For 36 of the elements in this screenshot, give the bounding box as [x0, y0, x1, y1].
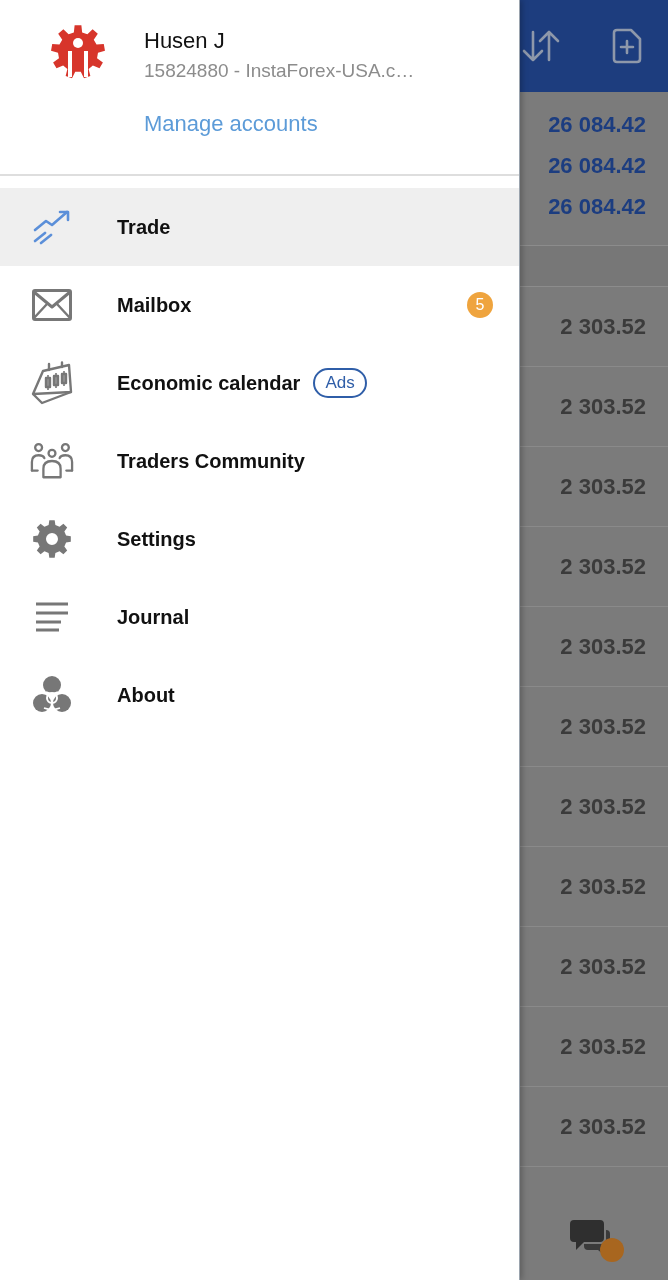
row-amount: 2 303.52	[560, 1113, 646, 1140]
envelope-icon	[32, 289, 72, 321]
menu-item[interactable]: Trade	[0, 188, 519, 266]
settings-icon	[32, 519, 72, 559]
menu-item[interactable]: Journal	[0, 578, 519, 656]
menu-item[interactable]: Mailbox 5	[0, 266, 519, 344]
gear-logo-icon	[50, 24, 106, 80]
row-amount: 2 303.52	[560, 793, 646, 820]
total-amount: 26 084.42	[548, 152, 646, 180]
add-document-icon[interactable]	[612, 28, 642, 64]
sort-icon[interactable]	[522, 30, 560, 62]
row-amount: 2 303.52	[560, 713, 646, 740]
total-amount: 26 084.42	[548, 111, 646, 139]
knot-emblem-icon	[32, 675, 72, 715]
people-group-icon	[30, 442, 74, 480]
trend-arrow-icon	[32, 209, 72, 245]
account-name: Husen J	[144, 27, 226, 55]
lines-list-icon	[35, 602, 69, 632]
calendar-icon	[31, 361, 73, 405]
unread-count-badge: 5	[467, 292, 493, 318]
row-amount: 2 303.52	[560, 953, 646, 980]
menu-item[interactable]: About	[0, 656, 519, 734]
row-amount: 2 303.52	[560, 473, 646, 500]
row-amount: 2 303.52	[560, 873, 646, 900]
row-amount: 2 303.52	[560, 633, 646, 660]
row-amount: 2 303.52	[560, 393, 646, 420]
account-details: 15824880 - InstaForex-USA.c…	[144, 59, 415, 83]
menu-item[interactable]: Settings	[0, 500, 519, 578]
menu-item[interactable]: Traders Community	[0, 422, 519, 500]
row-amount: 2 303.52	[560, 553, 646, 580]
row-amount: 2 303.52	[560, 313, 646, 340]
menu-item[interactable]: Economic calendar Ads	[0, 344, 519, 422]
ads-tag: Ads	[313, 368, 367, 398]
row-amount: 2 303.52	[560, 1033, 646, 1060]
total-amount: 26 084.42	[548, 193, 646, 221]
notification-dot-icon	[600, 1238, 624, 1262]
